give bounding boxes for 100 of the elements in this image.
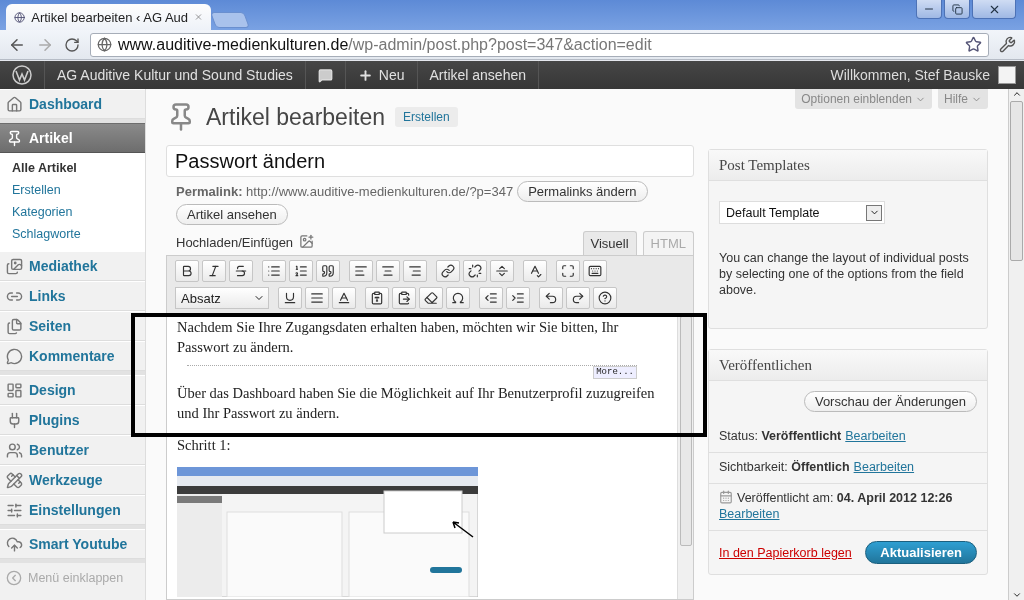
screen-options-tab[interactable]: Optionen einblenden — [795, 89, 932, 109]
edit-link[interactable]: Bearbeiten — [853, 460, 915, 474]
more-tag-button[interactable] — [490, 260, 514, 282]
italic-icon — [207, 264, 221, 278]
underline-icon — [283, 291, 297, 305]
avatar[interactable] — [998, 66, 1016, 84]
plus-icon — [357, 67, 373, 83]
sidebar-item[interactable]: Design — [0, 375, 145, 405]
underline-button[interactable] — [278, 287, 302, 309]
eraser-button[interactable] — [419, 287, 443, 309]
redo-button[interactable] — [566, 287, 590, 309]
minimize-button[interactable] — [916, 0, 942, 19]
sidebar-item[interactable]: Plugins — [0, 405, 145, 435]
spellcheck-button[interactable] — [523, 260, 547, 282]
omega-button[interactable] — [446, 287, 470, 309]
template-select[interactable]: Default Template — [719, 201, 885, 224]
address-field[interactable]: www.auditive-medienkulturen.de/wp-admin/post.php?post=347&action=edit — [90, 32, 989, 57]
format-select[interactable]: Absatz — [175, 287, 269, 309]
sidebar-item[interactable]: Kommentare — [0, 341, 145, 371]
users-icon — [6, 441, 23, 459]
align-right-button[interactable] — [403, 260, 427, 282]
pages-icon — [6, 317, 23, 335]
scroll-down-icon[interactable] — [1011, 590, 1022, 600]
align-center-button[interactable] — [376, 260, 400, 282]
sidebar-item[interactable]: Werkzeuge — [0, 465, 145, 495]
keyboard-button[interactable] — [583, 260, 607, 282]
sidebar-item[interactable]: Benutzer — [0, 435, 145, 465]
justify-icon — [310, 291, 324, 305]
browser-tab[interactable]: Artikel bearbeiten ‹ AG Aud — [6, 4, 211, 30]
restore-icon — [951, 3, 963, 15]
editor-tab[interactable]: Visuell — [582, 231, 637, 255]
reload-icon[interactable] — [64, 36, 80, 53]
edit-permalink-button[interactable]: Permalinks ändern — [517, 181, 648, 202]
add-new-button[interactable]: Erstellen — [395, 107, 458, 127]
link-button[interactable] — [436, 260, 460, 282]
sidebar-item[interactable]: Dashboard — [0, 89, 145, 119]
italic-button[interactable] — [202, 260, 226, 282]
view-post-button[interactable]: Artikel ansehen — [176, 204, 288, 225]
editor-scrollbar[interactable] — [677, 314, 693, 599]
sidebar-item[interactable]: Links — [0, 281, 145, 311]
close-button[interactable] — [972, 0, 1016, 19]
strikethrough-icon — [234, 264, 248, 278]
title-field[interactable]: Passwort ändern — [166, 145, 694, 177]
sidebar-item[interactable]: Seiten — [0, 311, 145, 341]
outdent-button[interactable] — [479, 287, 503, 309]
submenu-item[interactable]: Alle Artikel — [0, 157, 145, 179]
fullscreen-icon — [561, 264, 575, 278]
cloud-upload-icon — [6, 535, 23, 553]
numbered-list-button[interactable] — [289, 260, 313, 282]
globe-icon — [14, 9, 26, 25]
submenu-item[interactable]: Erstellen — [0, 179, 145, 201]
unlink-button[interactable] — [463, 260, 487, 282]
submenu-item[interactable]: Kategorien — [0, 201, 145, 223]
edit-link[interactable]: Bearbeiten — [845, 429, 906, 443]
panel-title: Post Templates — [709, 150, 987, 181]
star-icon[interactable] — [965, 36, 982, 53]
sidebar-item[interactable]: Mediathek — [0, 251, 145, 281]
paste-word-button[interactable] — [392, 287, 416, 309]
template-description: You can change the layout of individual posts by selecting one of the options from the field above. — [719, 250, 970, 298]
trash-link[interactable]: In den Papierkorb legen — [719, 545, 852, 560]
globe-icon — [97, 37, 112, 52]
bold-button[interactable] — [175, 260, 199, 282]
align-left-icon — [354, 264, 368, 278]
update-button[interactable]: Aktualisieren — [865, 541, 977, 564]
edit-link[interactable]: Bearbeiten — [719, 507, 780, 521]
sidebar-item[interactable]: Einstellungen — [0, 495, 145, 525]
wrench-icon[interactable] — [999, 36, 1016, 53]
tab-title: Artikel bearbeiten ‹ AG Aud — [31, 9, 189, 25]
strikethrough-button[interactable] — [229, 260, 253, 282]
preview-button[interactable]: Vorschau der Änderungen — [803, 391, 977, 412]
text-color-icon — [337, 291, 351, 305]
help-icon — [598, 291, 612, 305]
bold-icon — [180, 264, 194, 278]
submenu-item[interactable]: Schlagworte — [0, 223, 145, 245]
fullscreen-button[interactable] — [556, 260, 580, 282]
align-center-icon — [381, 264, 395, 278]
indent-button[interactable] — [506, 287, 530, 309]
new-tab-button[interactable] — [210, 12, 250, 28]
restore-button[interactable] — [944, 0, 970, 19]
eraser-icon — [424, 291, 438, 305]
undo-icon — [544, 291, 558, 305]
bullet-list-button[interactable] — [262, 260, 286, 282]
publish-info: Status: Veröffentlicht — [719, 429, 842, 443]
undo-button[interactable] — [539, 287, 563, 309]
greeting-text[interactable]: Willkommen, Stef Bauske — [830, 67, 990, 83]
paste-text-button[interactable] — [365, 287, 389, 309]
align-left-button[interactable] — [349, 260, 373, 282]
sidebar-item[interactable]: Artikel — [0, 123, 145, 153]
page-scrollbar[interactable] — [1008, 89, 1024, 600]
help-tab[interactable]: Hilfe — [938, 89, 988, 109]
add-media-icon[interactable] — [299, 234, 315, 249]
speech-bubble-icon — [6, 347, 23, 365]
justify-button[interactable] — [305, 287, 329, 309]
text-color-button[interactable] — [332, 287, 356, 309]
quote-button[interactable] — [316, 260, 340, 282]
sidebar-item[interactable]: Smart Youtube — [0, 529, 145, 559]
more-tag-icon — [495, 264, 509, 278]
help-button[interactable] — [593, 287, 617, 309]
scroll-up-icon[interactable] — [1011, 89, 1022, 99]
sliders-icon — [6, 501, 23, 519]
